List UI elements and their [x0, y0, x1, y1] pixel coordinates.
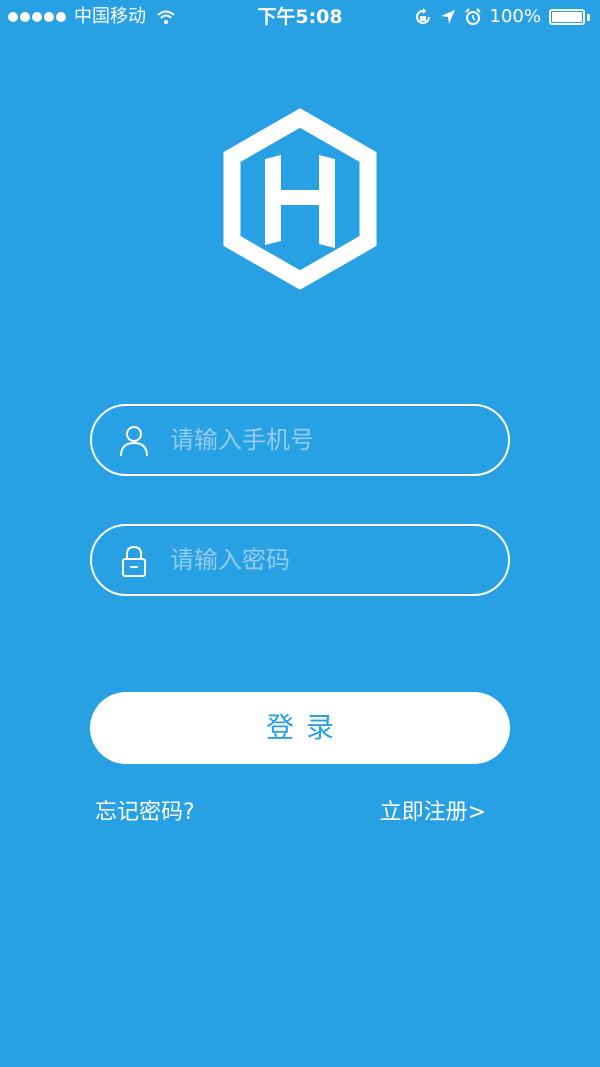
password-field[interactable]: [90, 524, 510, 596]
phone-field[interactable]: [90, 404, 510, 476]
password-input[interactable]: [170, 526, 490, 594]
hexagon-h-logo: [223, 108, 377, 290]
alarm-icon: [464, 8, 481, 25]
user-icon: [120, 426, 148, 457]
phone-input[interactable]: [170, 406, 490, 474]
status-bar: 中国移动 下午5:08 100%: [0, 0, 600, 34]
register-link[interactable]: 立即注册>: [380, 798, 486, 828]
forgot-password-link[interactable]: 忘记密码?: [95, 798, 195, 828]
battery-icon: [549, 9, 585, 25]
login-button[interactable]: 登录: [90, 692, 510, 764]
location-arrow-icon: [440, 10, 455, 24]
rotation-lock-icon: [415, 8, 430, 24]
battery-percent: 100%: [489, 6, 541, 27]
battery-fill: [552, 12, 582, 22]
battery-cap: [587, 13, 590, 21]
status-right: 100%: [414, 6, 590, 28]
lock-icon: [122, 545, 146, 577]
